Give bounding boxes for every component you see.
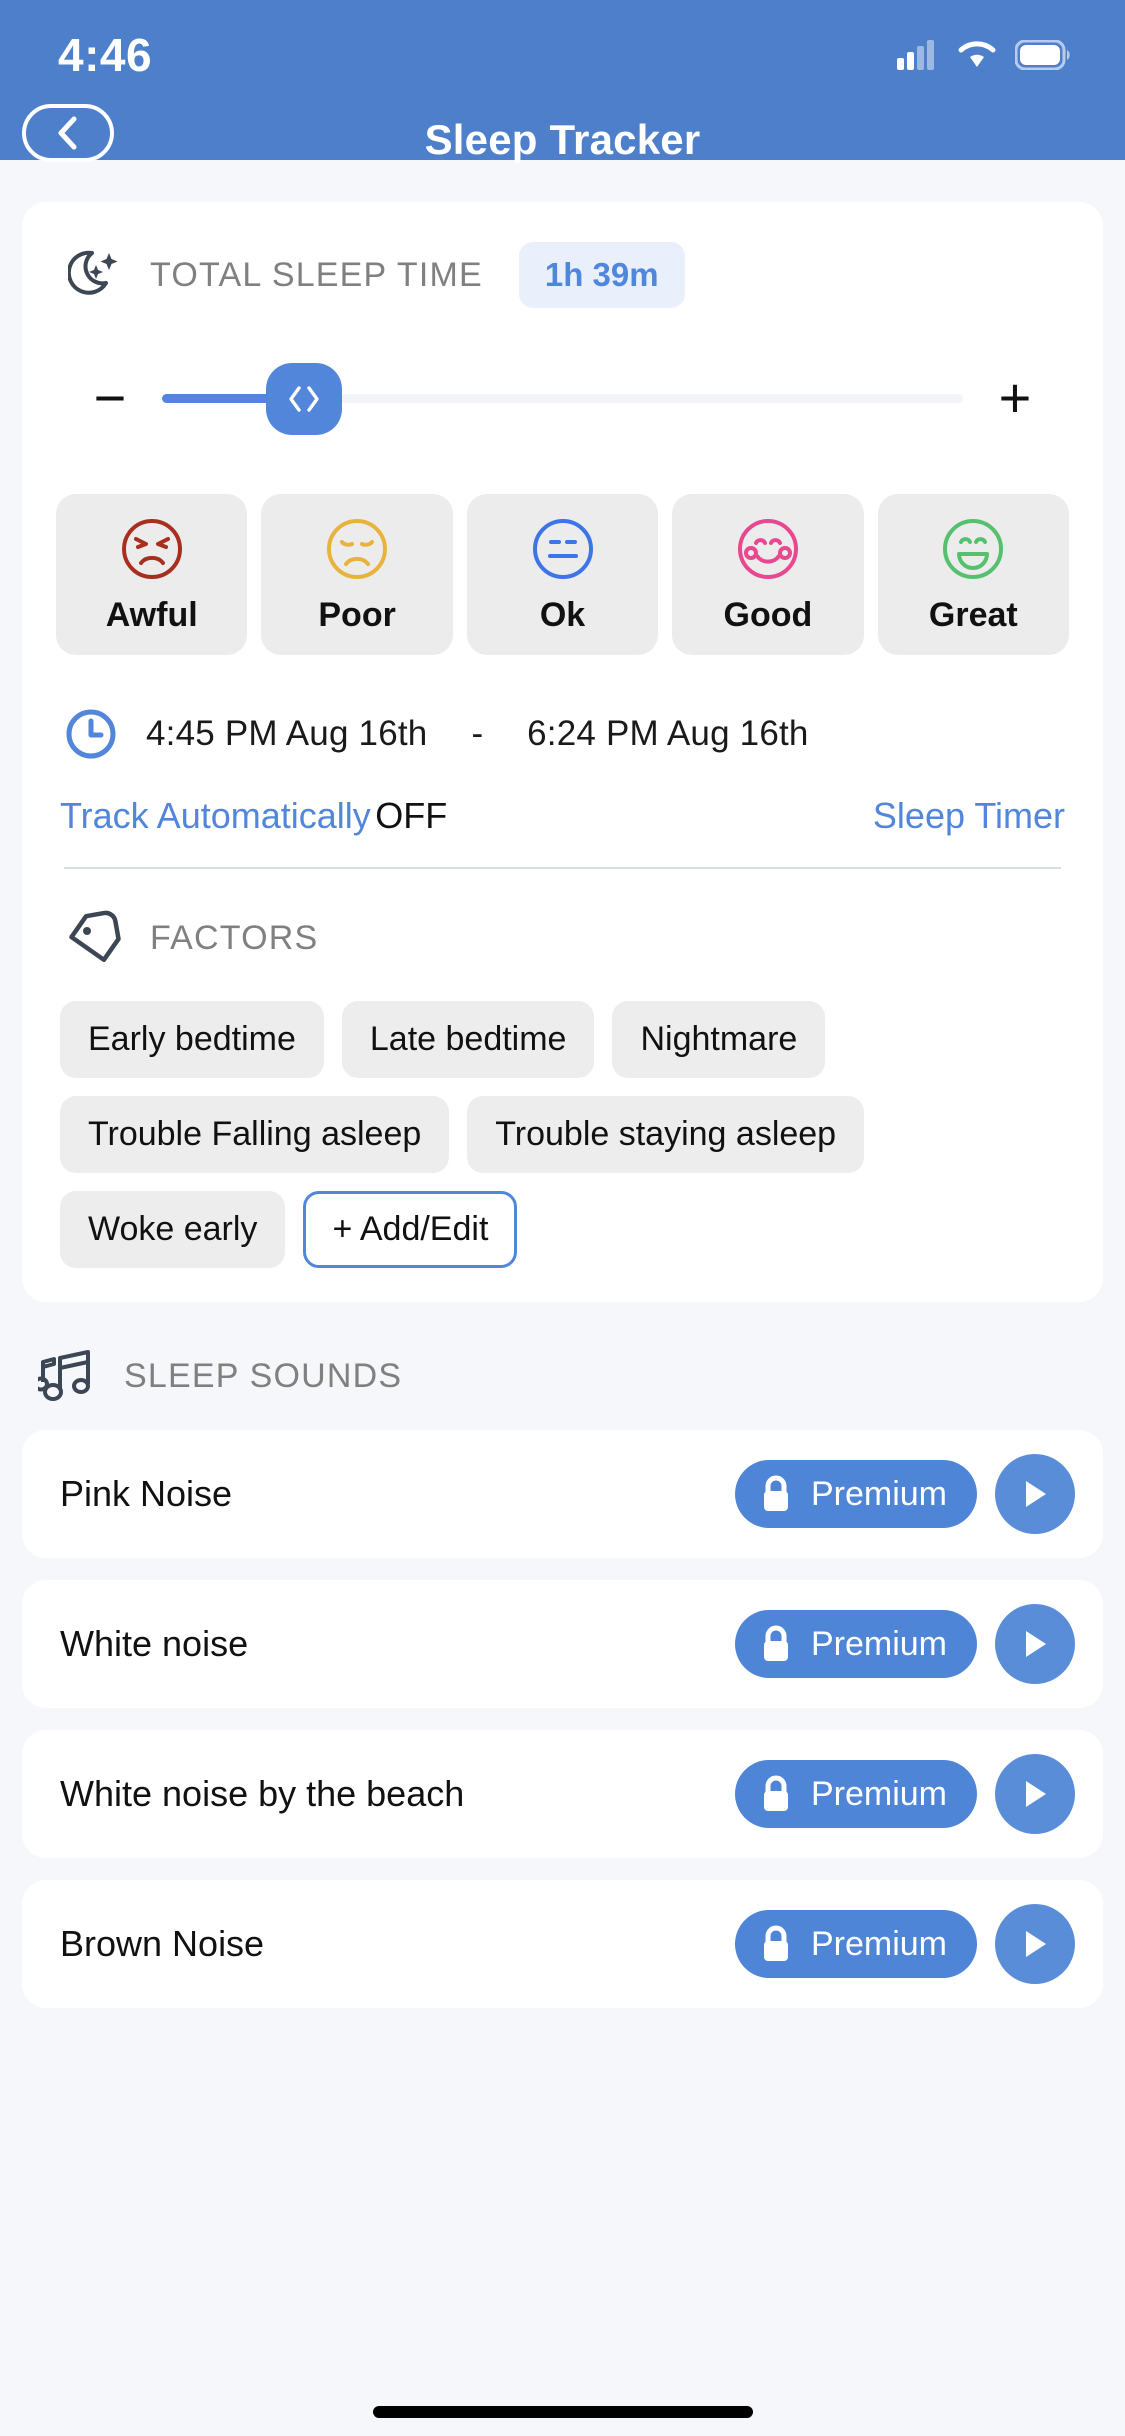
factors-label: FACTORS [150,918,319,957]
track-automatically-state: OFF [375,795,448,836]
premium-label: Premium [810,1624,947,1663]
total-sleep-time-row: TOTAL SLEEP TIME 1h 39m [56,242,1069,308]
play-button[interactable] [995,1754,1075,1834]
track-automatically-toggle[interactable]: Track Automatically OFF [60,795,447,837]
sleep-sounds-label: SLEEP SOUNDS [124,1356,403,1395]
sound-name: Brown Noise [60,1923,265,1964]
sound-name: White noise by the beach [60,1773,465,1814]
factor-chip[interactable]: Nightmare [612,1001,826,1078]
status-bar-time: 4:46 [58,29,153,81]
tag-icon [69,910,121,963]
play-icon [1026,1781,1046,1807]
premium-label: Premium [810,1774,947,1813]
premium-label: Premium [810,1474,947,1513]
premium-badge[interactable]: Premium [734,1910,977,1978]
increase-button[interactable]: + [985,370,1045,426]
lock-icon [763,1625,788,1661]
sound-row[interactable]: Brown Noise Premium [22,1880,1103,2008]
slider-track[interactable] [162,362,963,435]
premium-badge[interactable]: Premium [734,1610,977,1678]
session-start-time[interactable]: 4:45 PM Aug 16th [146,714,427,754]
mood-label: Poor [318,596,396,634]
sound-row[interactable]: White noise Premium [22,1580,1103,1708]
session-time-row[interactable]: 4:45 PM Aug 16th - 6:24 PM Aug 16th [56,707,1069,761]
play-button[interactable] [995,1604,1075,1684]
premium-badge[interactable]: Premium [734,1760,977,1828]
navigation-bar: Sleep Tracker [0,104,1125,176]
mood-option-poor[interactable]: Poor [261,494,453,655]
sound-name: White noise [60,1623,249,1664]
sound-row[interactable]: Pink Noise Premium [22,1430,1103,1558]
slider-thumb[interactable] [266,362,343,435]
add-edit-factors-button[interactable]: + Add/Edit [303,1191,518,1268]
track-automatically-row: Track Automatically OFF Sleep Timer [56,795,1069,837]
total-sleep-time-label: TOTAL SLEEP TIME [150,255,483,294]
clock-icon [66,709,116,759]
battery-icon [1015,40,1070,70]
sound-row[interactable]: White noise by the beach Premium [22,1730,1103,1858]
factor-chip[interactable]: Early bedtime [60,1001,324,1078]
mood-option-good[interactable]: Good [672,494,864,655]
status-bar: 4:46 [0,0,1125,82]
sleep-summary-card: TOTAL SLEEP TIME 1h 39m − + Awful Poor O… [22,202,1103,1302]
sleep-timer-link[interactable]: Sleep Timer [873,795,1065,837]
mood-label: Ok [539,596,586,634]
mood-label: Good [723,596,813,634]
play-button[interactable] [995,1454,1075,1534]
decrease-button[interactable]: − [80,370,140,426]
total-sleep-time-value: 1h 39m [518,242,685,308]
happy-face-icon [737,519,798,579]
sad-face-icon [327,519,388,579]
play-icon [1026,1931,1046,1957]
neutral-face-icon [532,519,593,579]
moon-stars-icon [68,250,118,295]
mood-label: Great [928,596,1018,634]
wifi-icon [958,41,996,67]
mood-option-ok[interactable]: Ok [466,494,659,655]
sleep-duration-slider[interactable]: − + [56,362,1069,435]
premium-badge[interactable]: Premium [734,1460,977,1528]
session-time-separator: - [471,714,484,753]
play-button[interactable] [995,1904,1075,1984]
grinning-face-icon [943,519,1004,579]
mood-option-awful[interactable]: Awful [56,494,248,655]
back-button[interactable] [22,104,114,162]
music-notes-icon [38,1350,90,1401]
track-automatically-label: Track Automatically [60,795,371,836]
section-divider [64,867,1061,869]
home-indicator [372,2406,753,2418]
factors-chip-list: Early bedtime Late bedtime Nightmare Tro… [56,1001,1069,1268]
mood-label: Awful [105,596,198,634]
play-icon [1026,1631,1046,1657]
session-end-time[interactable]: 6:24 PM Aug 16th [527,714,808,754]
play-icon [1026,1481,1046,1507]
factor-chip[interactable]: Late bedtime [341,1001,595,1078]
lock-icon [763,1925,788,1961]
lock-icon [763,1475,788,1511]
factor-chip[interactable]: Trouble staying asleep [467,1096,865,1173]
page-title: Sleep Tracker [424,116,701,163]
cellular-signal-icon [897,40,934,70]
sleep-sounds-header: SLEEP SOUNDS [22,1348,1103,1404]
factors-header: FACTORS [56,909,1069,967]
sound-name: Pink Noise [60,1473,233,1514]
premium-label: Premium [810,1924,947,1963]
lock-icon [763,1775,788,1811]
angry-face-icon [121,519,182,579]
app-header: 4:46 Sleep Tracker [0,0,1125,163]
factor-chip[interactable]: Trouble Falling asleep [60,1096,450,1173]
mood-option-great[interactable]: Great [877,494,1070,655]
factor-chip[interactable]: Woke early [60,1191,286,1268]
chevron-left-icon [58,116,77,150]
left-right-chevrons-icon [289,385,319,412]
status-bar-icons [897,40,1071,70]
mood-selector[interactable]: Awful Poor Ok Good Great [56,494,1070,655]
